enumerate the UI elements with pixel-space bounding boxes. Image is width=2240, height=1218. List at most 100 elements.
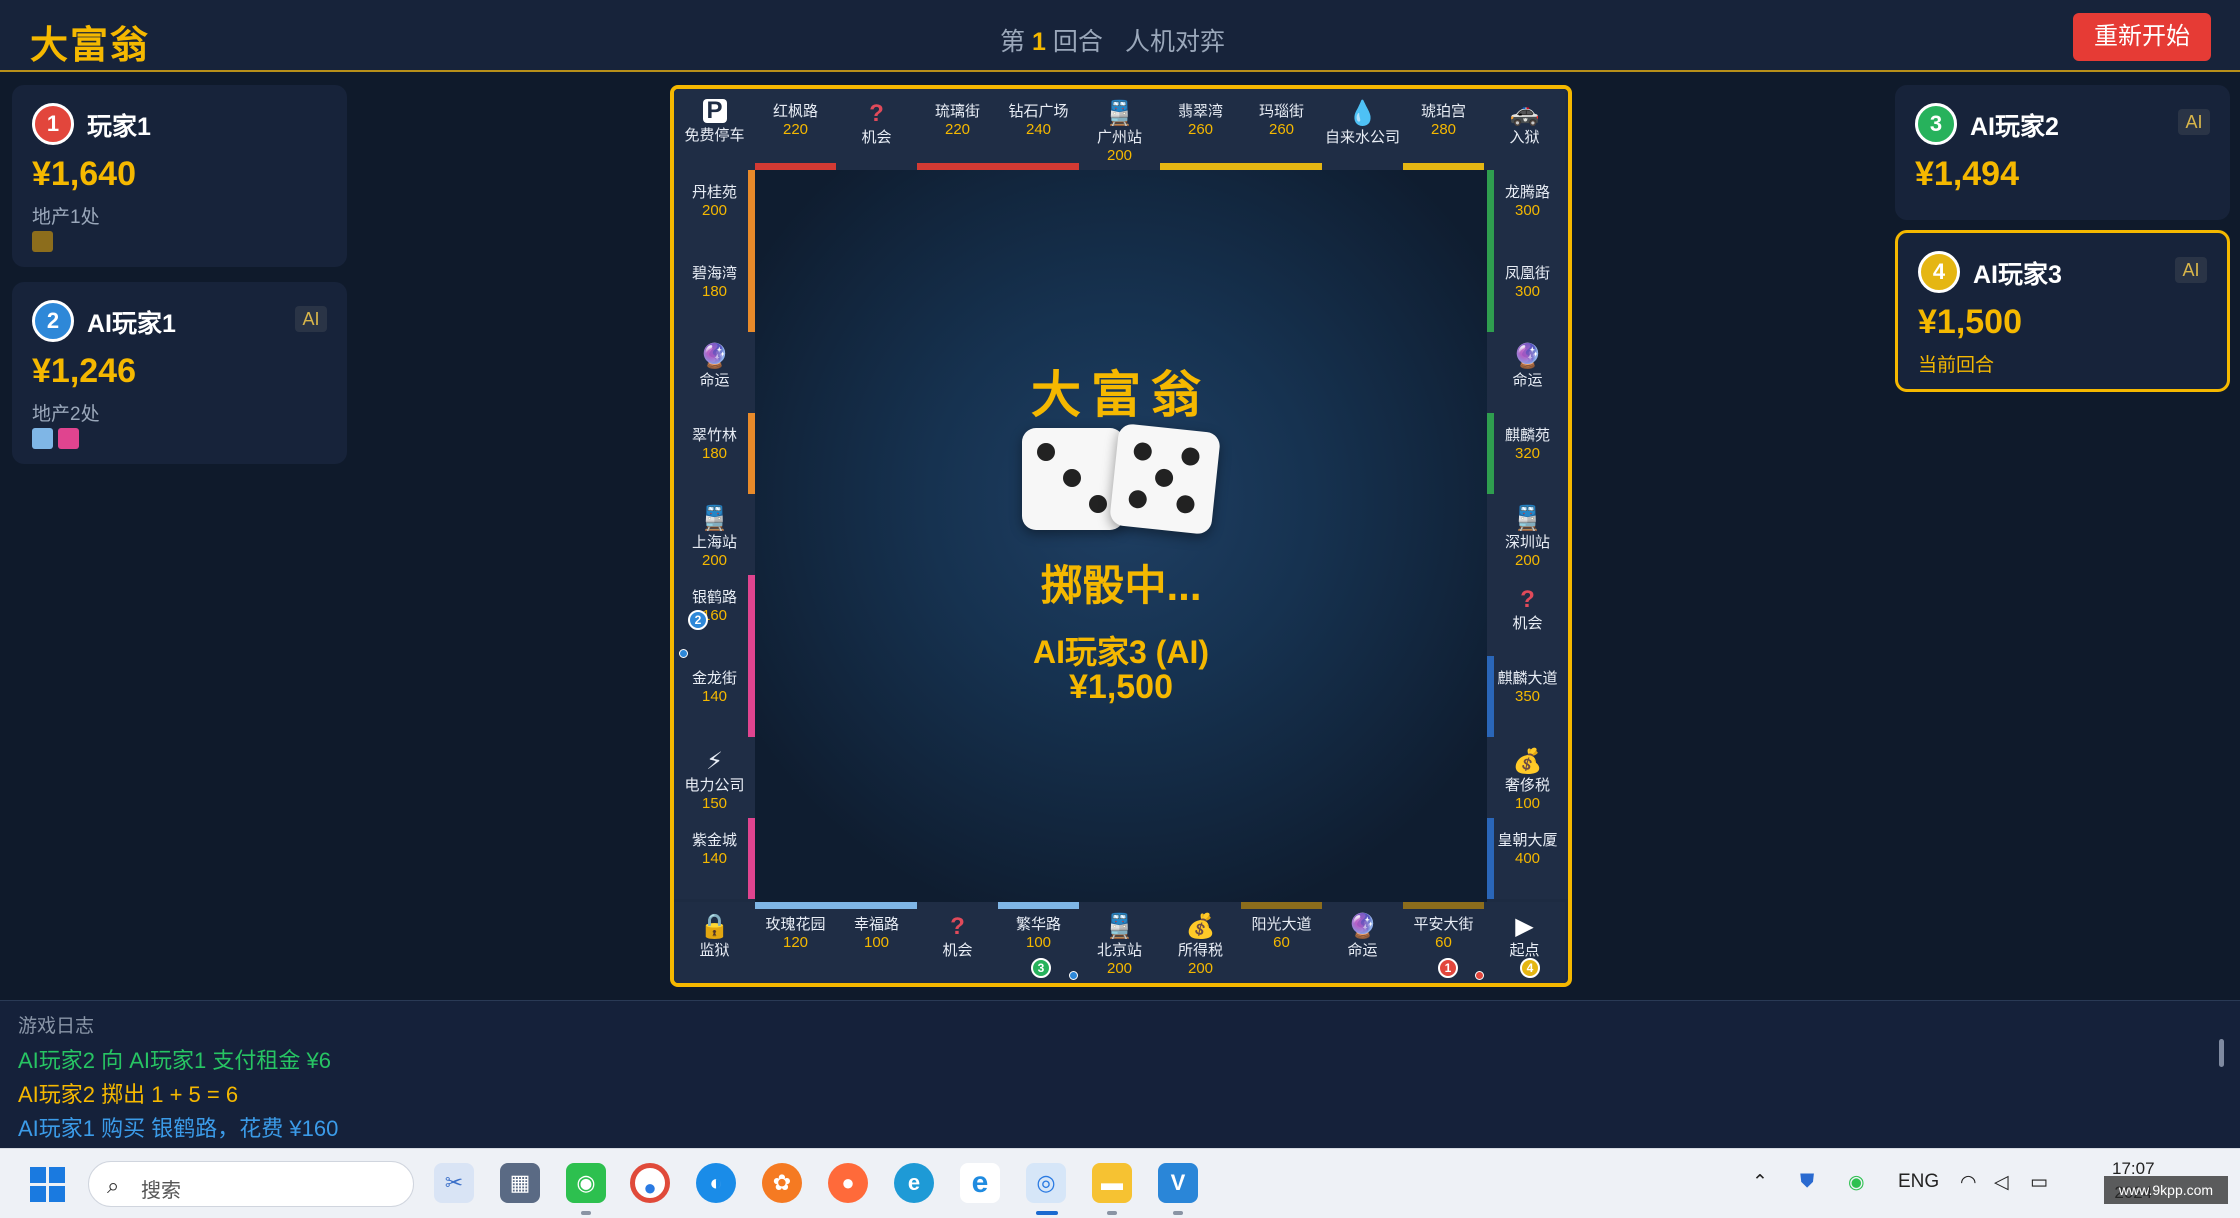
board-cell-bottom-1[interactable]: 玫瑰花园 120 (755, 902, 836, 983)
dice-right (1108, 422, 1222, 536)
current-player-name: AI玩家3 (AI) (1032, 634, 1209, 670)
board-cell-right-4[interactable]: 🚆 深圳站 200 (1487, 494, 1568, 575)
cell-name: 紫金城 (691, 832, 737, 849)
orange-app-icon[interactable]: ✿ (762, 1163, 802, 1203)
board-cell-right-8[interactable]: 皇朝大厦 400 (1487, 818, 1568, 899)
cell-name: 深圳站 (1504, 534, 1550, 551)
input-language[interactable]: ENG (1898, 1171, 1939, 1193)
board-cell-top-4[interactable]: 钻石广场 240 (998, 89, 1079, 170)
color-group-bar (1241, 163, 1322, 170)
board-cell-left-6[interactable]: 金龙街 140 (674, 656, 755, 737)
battery-icon[interactable]: ▭ (2030, 1171, 2048, 1194)
board-cell-right-1[interactable]: 凤凰街 300 (1487, 251, 1568, 332)
cell-price: 260 (1187, 121, 1214, 138)
board-cell-right-3[interactable]: 麒麟苑 320 (1487, 413, 1568, 494)
board-cell-top-10[interactable]: 🚓 入狱 (1484, 89, 1565, 170)
cell-price: 140 (701, 850, 728, 867)
log-scrollbar[interactable] (2219, 1039, 2224, 1067)
cell-price: 300 (1514, 283, 1541, 300)
windows-start-icon[interactable] (30, 1167, 66, 1203)
calculator-icon[interactable]: ▦ (500, 1163, 540, 1203)
wechat-icon[interactable]: ◉ (566, 1163, 606, 1203)
board-cell-top-1[interactable]: 红枫路 220 (755, 89, 836, 170)
board-cell-right-0[interactable]: 龙腾路 300 (1487, 170, 1568, 251)
board-cell-right-2[interactable]: 🔮 命运 (1487, 332, 1568, 413)
board-cell-right-7[interactable]: 💰 奢侈税 100 (1487, 737, 1568, 818)
cell-name: 自来水公司 (1324, 129, 1400, 146)
shield-tray-icon[interactable]: ⛊ (1800, 1171, 1814, 1193)
taskbar-search[interactable]: ⌕ 搜索 (88, 1161, 414, 1207)
chrome-icon[interactable]: ● (630, 1163, 670, 1203)
volume-icon[interactable]: ◁ (1994, 1171, 2009, 1194)
player-status: 地产2处 (32, 404, 100, 425)
color-group-bar (1487, 170, 1494, 251)
color-group-bar (1487, 656, 1494, 737)
file-explorer-icon[interactable]: ▬ (1092, 1163, 1132, 1203)
board-cell-bottom-2[interactable]: 幸福路 100 (836, 902, 917, 983)
wifi-icon[interactable]: ◠ (1960, 1171, 1977, 1194)
player-name: AI玩家3 (1973, 261, 2062, 289)
board-cell-bottom-5[interactable]: 🚆 北京站 200 (1079, 902, 1160, 983)
cell-name: 麒麟苑 (1504, 427, 1550, 444)
board-cell-bottom-8[interactable]: 🔮 命运 (1322, 902, 1403, 983)
board-cell-left-2[interactable]: 🔮 命运 (674, 332, 755, 413)
board-cell-top-7[interactable]: 玛瑙街 260 (1241, 89, 1322, 170)
ie-icon[interactable]: e (960, 1163, 1000, 1203)
firefox-icon[interactable]: ● (828, 1163, 868, 1203)
restart-button[interactable]: 重新开始 (2073, 13, 2211, 61)
search-placeholder: 搜索 (141, 1180, 181, 1202)
cell-price: 200 (1106, 960, 1133, 977)
board-cell-bottom-0[interactable]: 🔒 监狱 (674, 902, 755, 983)
top-bar: 大富翁 第 1 回合 人机对弈 重新开始 (0, 0, 2240, 72)
snipping-tool-icon[interactable]: ✂ (434, 1163, 474, 1203)
running-indicator (581, 1211, 591, 1215)
player-number-badge: 3 (1915, 103, 1957, 145)
color-group-bar (748, 656, 755, 737)
board-cell-top-0[interactable]: P 免费停车 (674, 89, 755, 170)
color-group-bar (1487, 413, 1494, 494)
board-cell-bottom-6[interactable]: 💰 所得税 200 (1160, 902, 1241, 983)
dice-pip (1175, 494, 1196, 515)
board-cell-left-4[interactable]: 🚆 上海站 200 (674, 494, 755, 575)
edge-icon[interactable]: e (894, 1163, 934, 1203)
board-cell-right-6[interactable]: 麒麟大道 350 (1487, 656, 1568, 737)
board-cell-left-0[interactable]: 丹桂苑 200 (674, 170, 755, 251)
color-group-bar (748, 251, 755, 332)
chevron-up-icon[interactable]: ⌃ (1752, 1171, 1768, 1194)
player-card-2: 2 AI玩家1 AI ¥1,246 地产2处 (12, 282, 347, 464)
board-cell-left-7[interactable]: ⚡ 电力公司 150 (674, 737, 755, 818)
cell-price: 60 (1435, 934, 1452, 951)
cell-name: 平安大街 (1413, 916, 1474, 933)
cell-name: 上海站 (691, 534, 737, 551)
player-name: AI玩家2 (1970, 113, 2059, 141)
board-cell-top-8[interactable]: 💧 自来水公司 (1322, 89, 1403, 170)
cell-price: 200 (1514, 552, 1541, 569)
board-cell-left-8[interactable]: 紫金城 140 (674, 818, 755, 899)
board-cell-top-3[interactable]: 琉璃街 220 (917, 89, 998, 170)
cell-name: 翡翠湾 (1177, 103, 1223, 120)
board-cell-left-5[interactable]: 银鹤路 160 (674, 575, 755, 656)
cell-price: 300 (1514, 202, 1541, 219)
board-cell-bottom-3[interactable]: ? 机会 (917, 902, 998, 983)
vscode-icon[interactable]: V (1158, 1163, 1198, 1203)
browser-blue-icon[interactable]: ◐ (696, 1163, 736, 1203)
color-group-bar (1487, 251, 1494, 332)
qq-browser-icon[interactable]: ◎ (1026, 1163, 1066, 1203)
board-cell-top-5[interactable]: 🚆 广州站 200 (1079, 89, 1160, 170)
round-indicator: 第 1 回合 (1000, 28, 1103, 56)
search-icon: ⌕ (107, 1173, 120, 1198)
wechat-tray-icon[interactable]: ◉ (1848, 1171, 1865, 1194)
board-cell-top-2[interactable]: ? 机会 (836, 89, 917, 170)
cell-price: 180 (701, 445, 728, 462)
board-cell-top-9[interactable]: 琥珀宫 280 (1403, 89, 1484, 170)
player-money: ¥1,640 (32, 155, 136, 193)
board-cell-left-1[interactable]: 碧海湾 180 (674, 251, 755, 332)
board-cell-top-6[interactable]: 翡翠湾 260 (1160, 89, 1241, 170)
board-cell-left-3[interactable]: 翠竹林 180 (674, 413, 755, 494)
cell-price: 150 (701, 795, 728, 812)
board-cell-right-5[interactable]: ? 机会 (1487, 575, 1568, 656)
dice-pip (1180, 446, 1201, 467)
board-cell-bottom-7[interactable]: 阳光大道 60 (1241, 902, 1322, 983)
cell-name: 丹桂苑 (691, 184, 737, 201)
cell-name: 广州站 (1096, 129, 1142, 146)
